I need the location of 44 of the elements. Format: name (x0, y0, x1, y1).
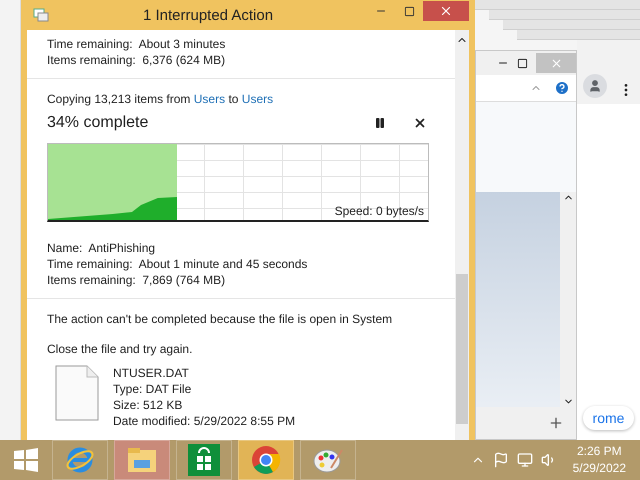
info-line: Time remaining: About 1 minute and 45 seconds (47, 256, 308, 272)
clock[interactable]: 2:26 PM 5/29/2022 (572, 443, 626, 477)
browser-e-icon (65, 445, 95, 475)
scrollbar[interactable] (455, 30, 469, 440)
taskbar-app[interactable] (176, 440, 232, 480)
copy-description: Copying 13,213 items from Users to Users (47, 91, 274, 107)
close-icon (550, 56, 562, 70)
scrollbar[interactable] (560, 192, 576, 407)
info-line: Items remaining: 6,376 (624 MB) (47, 52, 226, 68)
close-icon (439, 4, 453, 18)
pause-icon (374, 117, 386, 129)
error-hint: Close the file and try again. (47, 341, 194, 357)
browser-pill[interactable]: rome (582, 406, 634, 430)
file-name: NTUSER.DAT (113, 365, 190, 381)
speed-label: Speed: 0 bytes/s (334, 204, 424, 218)
add-icon[interactable] (548, 415, 564, 431)
maximize-icon (404, 6, 414, 16)
copy-window-icon (33, 8, 49, 22)
progress-percent: 34% complete (47, 114, 150, 132)
taskbar-app[interactable] (300, 440, 356, 480)
help-icon[interactable] (554, 80, 570, 96)
window-title: 1 Interrupted Action (142, 6, 274, 24)
network-icon[interactable] (516, 452, 533, 468)
source-link[interactable]: Users (194, 92, 226, 106)
file-detail: Date modified: 5/29/2022 8:55 PM (113, 413, 296, 429)
error-message: The action can't be completed because the file is open in System (47, 311, 394, 327)
close-icon (413, 116, 427, 130)
flag-icon[interactable] (492, 452, 509, 468)
maximize-icon[interactable] (517, 58, 528, 68)
file-icon (55, 365, 99, 421)
avatar-icon[interactable] (582, 74, 607, 98)
file-detail: Type: DAT File (113, 381, 192, 397)
target-link[interactable]: Users (242, 92, 274, 106)
info-line: Name: AntiPhishing (47, 240, 156, 256)
info-line: Time remaining: About 3 minutes (47, 36, 226, 52)
taskbar-app[interactable] (238, 440, 294, 480)
chrome-icon (251, 445, 281, 475)
info-line: Items remaining: 7,869 (764 MB) (47, 272, 226, 288)
folder-icon (126, 446, 158, 474)
close-button[interactable] (423, 1, 469, 21)
windows-logo-icon (14, 448, 38, 472)
taskbar-app[interactable] (52, 440, 108, 480)
file-detail: Size: 512 KB (113, 397, 184, 413)
store-bag-icon (188, 444, 220, 476)
